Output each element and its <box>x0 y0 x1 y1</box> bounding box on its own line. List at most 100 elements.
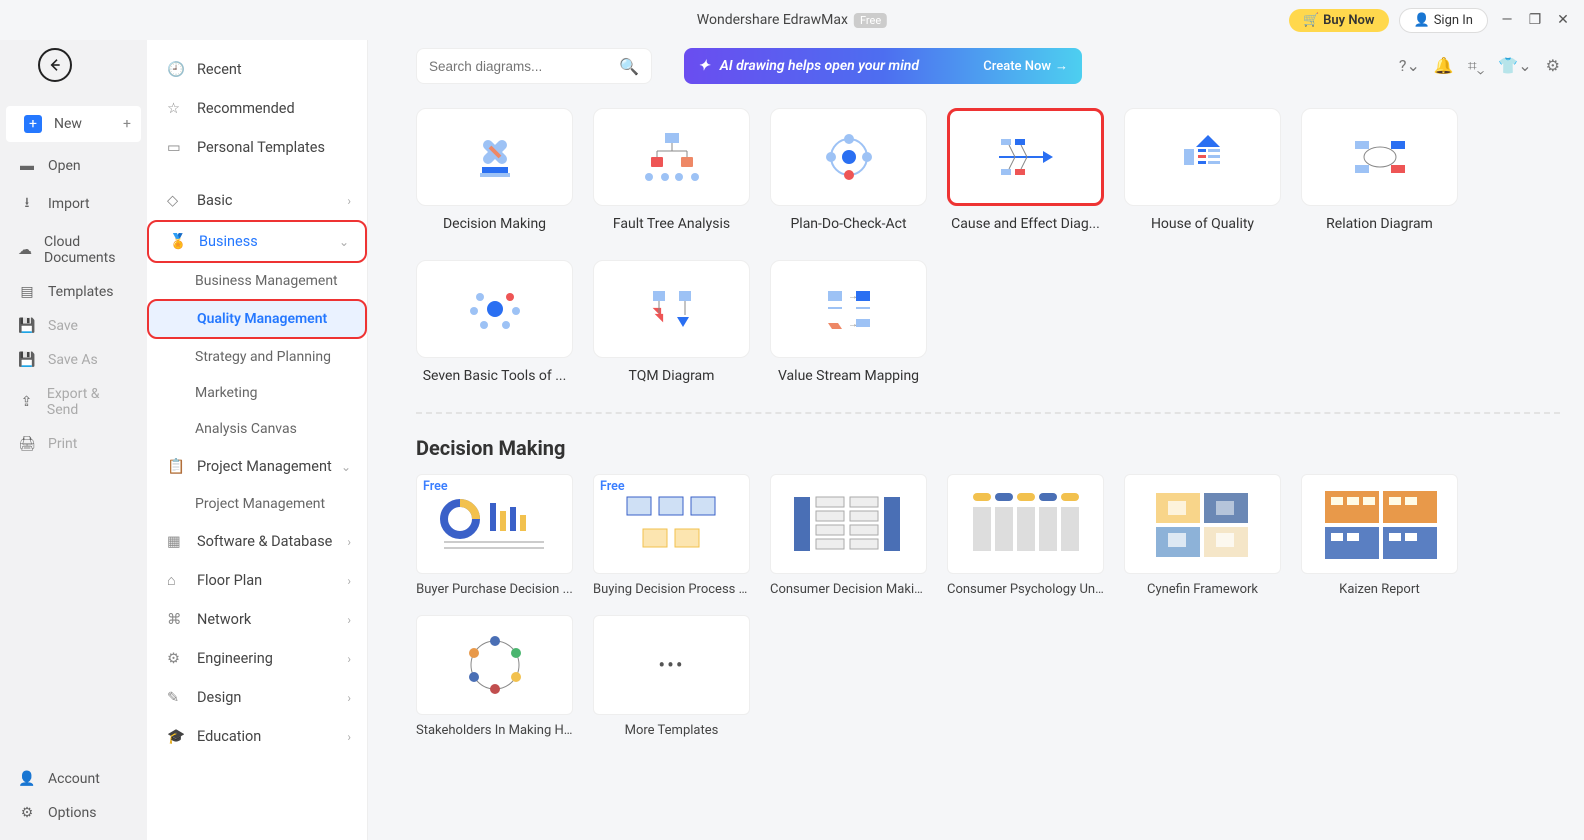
nav-save-label: Save <box>48 318 78 334</box>
buy-now-button[interactable]: 🛒 Buy Now <box>1289 9 1389 32</box>
nav-cloud[interactable]: ☁ Cloud Documents <box>0 225 147 275</box>
thumbnail-icon <box>607 483 737 565</box>
thumbnail-icon <box>430 624 560 706</box>
minimize-icon[interactable]: — <box>1498 12 1516 28</box>
thumbnail-icon <box>1315 483 1445 565</box>
cat-personal[interactable]: ▭Personal Templates <box>147 128 367 167</box>
tmpl-consumer-psych[interactable]: Consumer Psychology Un... <box>947 474 1104 597</box>
arrow-left-icon <box>47 57 63 73</box>
back-button[interactable] <box>38 48 72 82</box>
cat-basic[interactable]: ◇Basic› <box>147 181 367 220</box>
settings-icon[interactable]: ⚙ <box>1546 56 1560 76</box>
tmpl-stakeholders[interactable]: Stakeholders In Making He... <box>416 615 573 738</box>
tmpl-kaizen[interactable]: Kaizen Report <box>1301 474 1458 597</box>
chevron-right-icon: › <box>347 535 351 549</box>
nav-new[interactable]: + New + <box>6 106 141 142</box>
cat-design[interactable]: ✎Design› <box>147 678 367 717</box>
nav-account[interactable]: 👤Account <box>0 762 147 796</box>
free-badge: Free <box>854 13 887 28</box>
tmpl-cynefin[interactable]: Cynefin Framework <box>1124 474 1281 597</box>
cloud-icon: ☁ <box>18 242 32 258</box>
card-pdca[interactable]: Plan-Do-Check-Act <box>770 108 927 232</box>
tmpl-label: Buying Decision Process O... <box>593 582 750 597</box>
sub-strategy-planning[interactable]: Strategy and Planning <box>147 339 367 375</box>
card-vsm[interactable]: →→ Value Stream Mapping <box>770 260 927 384</box>
nav-templates[interactable]: ▤Templates <box>0 275 147 309</box>
tmpl-label: Buyer Purchase Decision ... <box>416 582 573 597</box>
top-icons: ?⌄ 🔔 ⌗⌄ 👕⌄ ⚙ <box>1399 56 1560 76</box>
templates-row2: Stakeholders In Making He... ••• More Te… <box>416 615 1560 738</box>
tmpl-label: Consumer Psychology Un... <box>947 582 1104 597</box>
signin-button[interactable]: 👤 Sign In <box>1399 8 1489 33</box>
card-fault-tree[interactable]: Fault Tree Analysis <box>593 108 750 232</box>
card-decision-making[interactable]: Decision Making <box>416 108 573 232</box>
nav-export[interactable]: ⇪Export & Send <box>0 377 147 427</box>
history-icon[interactable]: + <box>123 116 131 132</box>
gavel-icon <box>460 127 530 187</box>
search-icon[interactable]: 🔍 <box>619 57 639 76</box>
signin-label: Sign In <box>1434 13 1473 28</box>
chevron-right-icon: › <box>347 194 351 208</box>
cat-engineering[interactable]: ⚙Engineering› <box>147 639 367 678</box>
account-icon: 👤 <box>18 771 36 787</box>
tmpl-buyer-purchase[interactable]: Free Buyer Purchase Decision ... <box>416 474 573 597</box>
network-icon: ⌘ <box>167 611 185 628</box>
nav-cloud-label: Cloud Documents <box>44 234 129 266</box>
tqm-icon <box>637 279 707 339</box>
card-house-quality[interactable]: House of Quality <box>1124 108 1281 232</box>
tmpl-label: Consumer Decision Makin... <box>770 582 927 597</box>
close-icon[interactable]: ✕ <box>1554 12 1572 28</box>
cat-floor-plan[interactable]: ⌂Floor Plan› <box>147 561 367 600</box>
card-relation[interactable]: Relation Diagram <box>1301 108 1458 232</box>
nav-save[interactable]: 💾Save <box>0 309 147 343</box>
help-icon[interactable]: ?⌄ <box>1399 56 1420 76</box>
nav-open[interactable]: ▬Open <box>0 148 147 183</box>
sub-marketing[interactable]: Marketing <box>147 375 367 411</box>
diagram-types-row2: Seven Basic Tools of ... TQM Diagram →→ … <box>416 260 1560 384</box>
nav-export-label: Export & Send <box>47 386 129 418</box>
cat-business[interactable]: 🏅Business⌄ <box>147 220 367 263</box>
award-icon: 🏅 <box>169 233 187 250</box>
grid-icon[interactable]: ⌗⌄ <box>1468 56 1485 76</box>
thumbnail-icon <box>784 483 914 565</box>
search-input[interactable] <box>429 59 619 74</box>
card-label: TQM Diagram <box>593 368 750 384</box>
thumbnail-icon <box>430 483 560 565</box>
tmpl-buying-process[interactable]: Free Buying Decision Process O... <box>593 474 750 597</box>
cat-education[interactable]: 🎓Education› <box>147 717 367 756</box>
nav-options[interactable]: ⚙Options <box>0 796 147 830</box>
cat-project-management[interactable]: 📋Project Management⌄ <box>147 447 367 486</box>
cat-recent[interactable]: 🕘Recent <box>147 50 367 89</box>
svg-text:→: → <box>848 291 858 302</box>
ai-banner[interactable]: ✦ AI drawing helps open your mind Create… <box>684 48 1082 84</box>
nav-saveas[interactable]: 💾Save As <box>0 343 147 377</box>
sub-analysis-canvas[interactable]: Analysis Canvas <box>147 411 367 447</box>
tmpl-more[interactable]: ••• More Templates <box>593 615 750 738</box>
sub-business-management[interactable]: Business Management <box>147 263 367 299</box>
top-row: 🔍 ✦ AI drawing helps open your mind Crea… <box>416 48 1560 84</box>
thumbnail-icon <box>961 483 1091 565</box>
cat-recommended-label: Recommended <box>197 100 295 117</box>
card-tqm[interactable]: TQM Diagram <box>593 260 750 384</box>
bell-icon[interactable]: 🔔 <box>1434 56 1454 76</box>
search-box[interactable]: 🔍 <box>416 48 652 84</box>
card-cause-effect[interactable]: Cause and Effect Diag... <box>947 108 1104 232</box>
cat-personal-label: Personal Templates <box>197 139 325 156</box>
sub-quality-management[interactable]: Quality Management <box>147 299 367 339</box>
cat-network[interactable]: ⌘Network› <box>147 600 367 639</box>
shirt-icon[interactable]: 👕⌄ <box>1498 56 1531 76</box>
cat-sd-label: Software & Database <box>197 533 332 550</box>
free-tag: Free <box>423 479 448 494</box>
cat-software-database[interactable]: ▦Software & Database› <box>147 522 367 561</box>
maximize-icon[interactable]: ❐ <box>1526 12 1544 28</box>
tmpl-consumer-decision[interactable]: Consumer Decision Makin... <box>770 474 927 597</box>
nav-import[interactable]: ⭳Import <box>0 183 147 225</box>
section-title: Decision Making <box>416 436 1560 460</box>
sub-project-management[interactable]: Project Management <box>147 486 367 522</box>
card-label: Value Stream Mapping <box>770 368 927 384</box>
cat-recommended[interactable]: ☆Recommended <box>147 89 367 128</box>
ai-create-now[interactable]: Create Now → <box>983 58 1068 74</box>
thumbnail-icon <box>1138 483 1268 565</box>
card-seven-tools[interactable]: Seven Basic Tools of ... <box>416 260 573 384</box>
nav-print[interactable]: 🖨Print <box>0 427 147 461</box>
